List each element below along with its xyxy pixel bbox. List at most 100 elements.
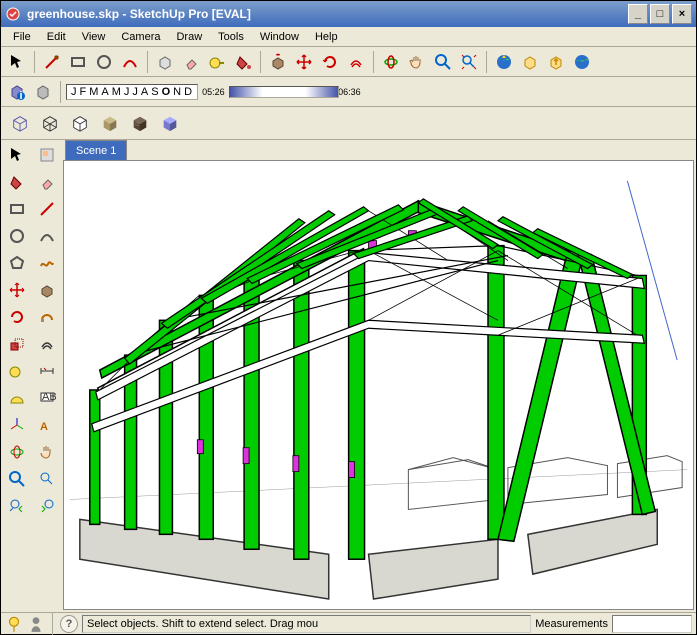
text-tool-side[interactable]: ABC — [33, 385, 61, 411]
paint-bucket-tool[interactable] — [231, 50, 255, 74]
shaded-style[interactable] — [95, 109, 125, 137]
close-button[interactable]: × — [672, 4, 692, 24]
style-toolbar — [1, 107, 696, 140]
hidden-line-style[interactable] — [65, 109, 95, 137]
side-toolbar: ABC A — [1, 140, 63, 612]
next-view-tool[interactable] — [33, 493, 61, 519]
menu-tools[interactable]: Tools — [210, 29, 252, 45]
month-selector[interactable]: J F M A M J J A S O N D — [66, 84, 198, 100]
menu-edit[interactable]: Edit — [39, 29, 74, 45]
separator — [373, 51, 374, 73]
pan-tool-side[interactable] — [33, 439, 61, 465]
window-controls: _ □ × — [628, 4, 692, 24]
protractor-tool-side[interactable] — [3, 385, 31, 411]
orbit-tool[interactable] — [379, 50, 403, 74]
credits-icon[interactable] — [27, 615, 45, 633]
eraser-tool[interactable] — [179, 50, 203, 74]
separator — [52, 613, 53, 635]
model-render — [64, 161, 693, 609]
sunrise-time: 05:26 — [202, 87, 225, 97]
rotate-tool[interactable] — [318, 50, 342, 74]
minimize-button[interactable]: _ — [628, 4, 648, 24]
pan-tool[interactable] — [405, 50, 429, 74]
separator — [147, 51, 148, 73]
sunset-time: 06:36 — [338, 87, 361, 97]
circle-tool-side[interactable] — [3, 223, 31, 249]
maximize-button[interactable]: □ — [650, 4, 670, 24]
move-tool[interactable] — [292, 50, 316, 74]
secondary-toolbar: i J F M A M J J A S O N D 05:26 Noon 06:… — [1, 77, 696, 107]
move-tool-side[interactable] — [3, 277, 31, 303]
separator — [260, 51, 261, 73]
polygon-tool-side[interactable] — [3, 250, 31, 276]
menu-view[interactable]: View — [74, 29, 114, 45]
google-earth-tool[interactable] — [570, 50, 594, 74]
rectangle-tool-side[interactable] — [3, 196, 31, 222]
select-tool[interactable] — [5, 50, 29, 74]
line-tool-side[interactable] — [33, 196, 61, 222]
followme-tool-side[interactable] — [33, 304, 61, 330]
arc-tool[interactable] — [118, 50, 142, 74]
time-slider[interactable] — [229, 86, 339, 98]
menu-file[interactable]: File — [5, 29, 39, 45]
main-toolbar — [1, 47, 696, 77]
offset-tool[interactable] — [344, 50, 368, 74]
menu-camera[interactable]: Camera — [113, 29, 168, 45]
3d-viewport[interactable] — [63, 160, 694, 610]
viewport-area: Scene 1 — [63, 140, 696, 612]
menu-window[interactable]: Window — [252, 29, 307, 45]
rectangle-tool[interactable] — [66, 50, 90, 74]
status-text: Select objects. Shift to extend select. … — [82, 615, 531, 633]
zoom-extents-tool-side[interactable] — [33, 466, 61, 492]
zoom-tool[interactable] — [431, 50, 455, 74]
tape-measure-tool[interactable] — [205, 50, 229, 74]
wireframe-style[interactable] — [35, 109, 65, 137]
window-title: greenhouse.skp - SketchUp Pro [EVAL] — [27, 7, 622, 21]
monochrome-style[interactable] — [155, 109, 185, 137]
eraser-tool-side[interactable] — [33, 169, 61, 195]
pushpull-tool-side[interactable] — [33, 277, 61, 303]
menu-draw[interactable]: Draw — [168, 29, 210, 45]
menu-bar: File Edit View Camera Draw Tools Window … — [1, 27, 696, 47]
shadow-time-strip: J F M A M J J A S O N D 05:26 Noon 06:36 — [66, 84, 361, 100]
scene-tab-1[interactable]: Scene 1 — [65, 140, 127, 160]
offset-tool-side[interactable] — [33, 331, 61, 357]
axes-tool-side[interactable] — [3, 412, 31, 438]
menu-help[interactable]: Help — [307, 29, 346, 45]
status-bar: ? Select objects. Shift to extend select… — [1, 612, 696, 634]
push-pull-tool[interactable] — [266, 50, 290, 74]
upload-tool[interactable] — [544, 50, 568, 74]
previous-view-tool[interactable] — [3, 493, 31, 519]
shaded-textures-style[interactable] — [125, 109, 155, 137]
content-area: ABC A Scene 1 — [1, 140, 696, 612]
paint-tool-side[interactable] — [3, 169, 31, 195]
dimension-tool-side[interactable] — [33, 358, 61, 384]
line-tool[interactable] — [40, 50, 64, 74]
geo-location-icon[interactable] — [5, 615, 23, 633]
separator — [34, 51, 35, 73]
orbit-tool-side[interactable] — [3, 439, 31, 465]
scale-tool-side[interactable] — [3, 331, 31, 357]
help-icon[interactable]: ? — [60, 615, 78, 633]
rotate-tool-side[interactable] — [3, 304, 31, 330]
separator — [60, 81, 61, 103]
select-tool-side[interactable] — [3, 142, 31, 168]
arc-tool-side[interactable] — [33, 223, 61, 249]
entity-info-tool[interactable] — [31, 80, 55, 104]
measurements-input[interactable] — [612, 615, 692, 633]
make-component-tool[interactable] — [153, 50, 177, 74]
zoom-tool-side[interactable] — [3, 466, 31, 492]
titlebar[interactable]: greenhouse.skp - SketchUp Pro [EVAL] _ □… — [1, 1, 696, 27]
3dtext-tool-side[interactable]: A — [33, 412, 61, 438]
get-models-tool[interactable] — [492, 50, 516, 74]
zoom-extents-tool[interactable] — [457, 50, 481, 74]
circle-tool[interactable] — [92, 50, 116, 74]
share-model-tool[interactable] — [518, 50, 542, 74]
component-tool-side[interactable] — [33, 142, 61, 168]
model-info-tool[interactable]: i — [5, 80, 29, 104]
freehand-tool-side[interactable] — [33, 250, 61, 276]
svg-text:A: A — [40, 421, 48, 433]
tape-tool-side[interactable] — [3, 358, 31, 384]
xray-style[interactable] — [5, 109, 35, 137]
svg-text:i: i — [19, 90, 22, 101]
